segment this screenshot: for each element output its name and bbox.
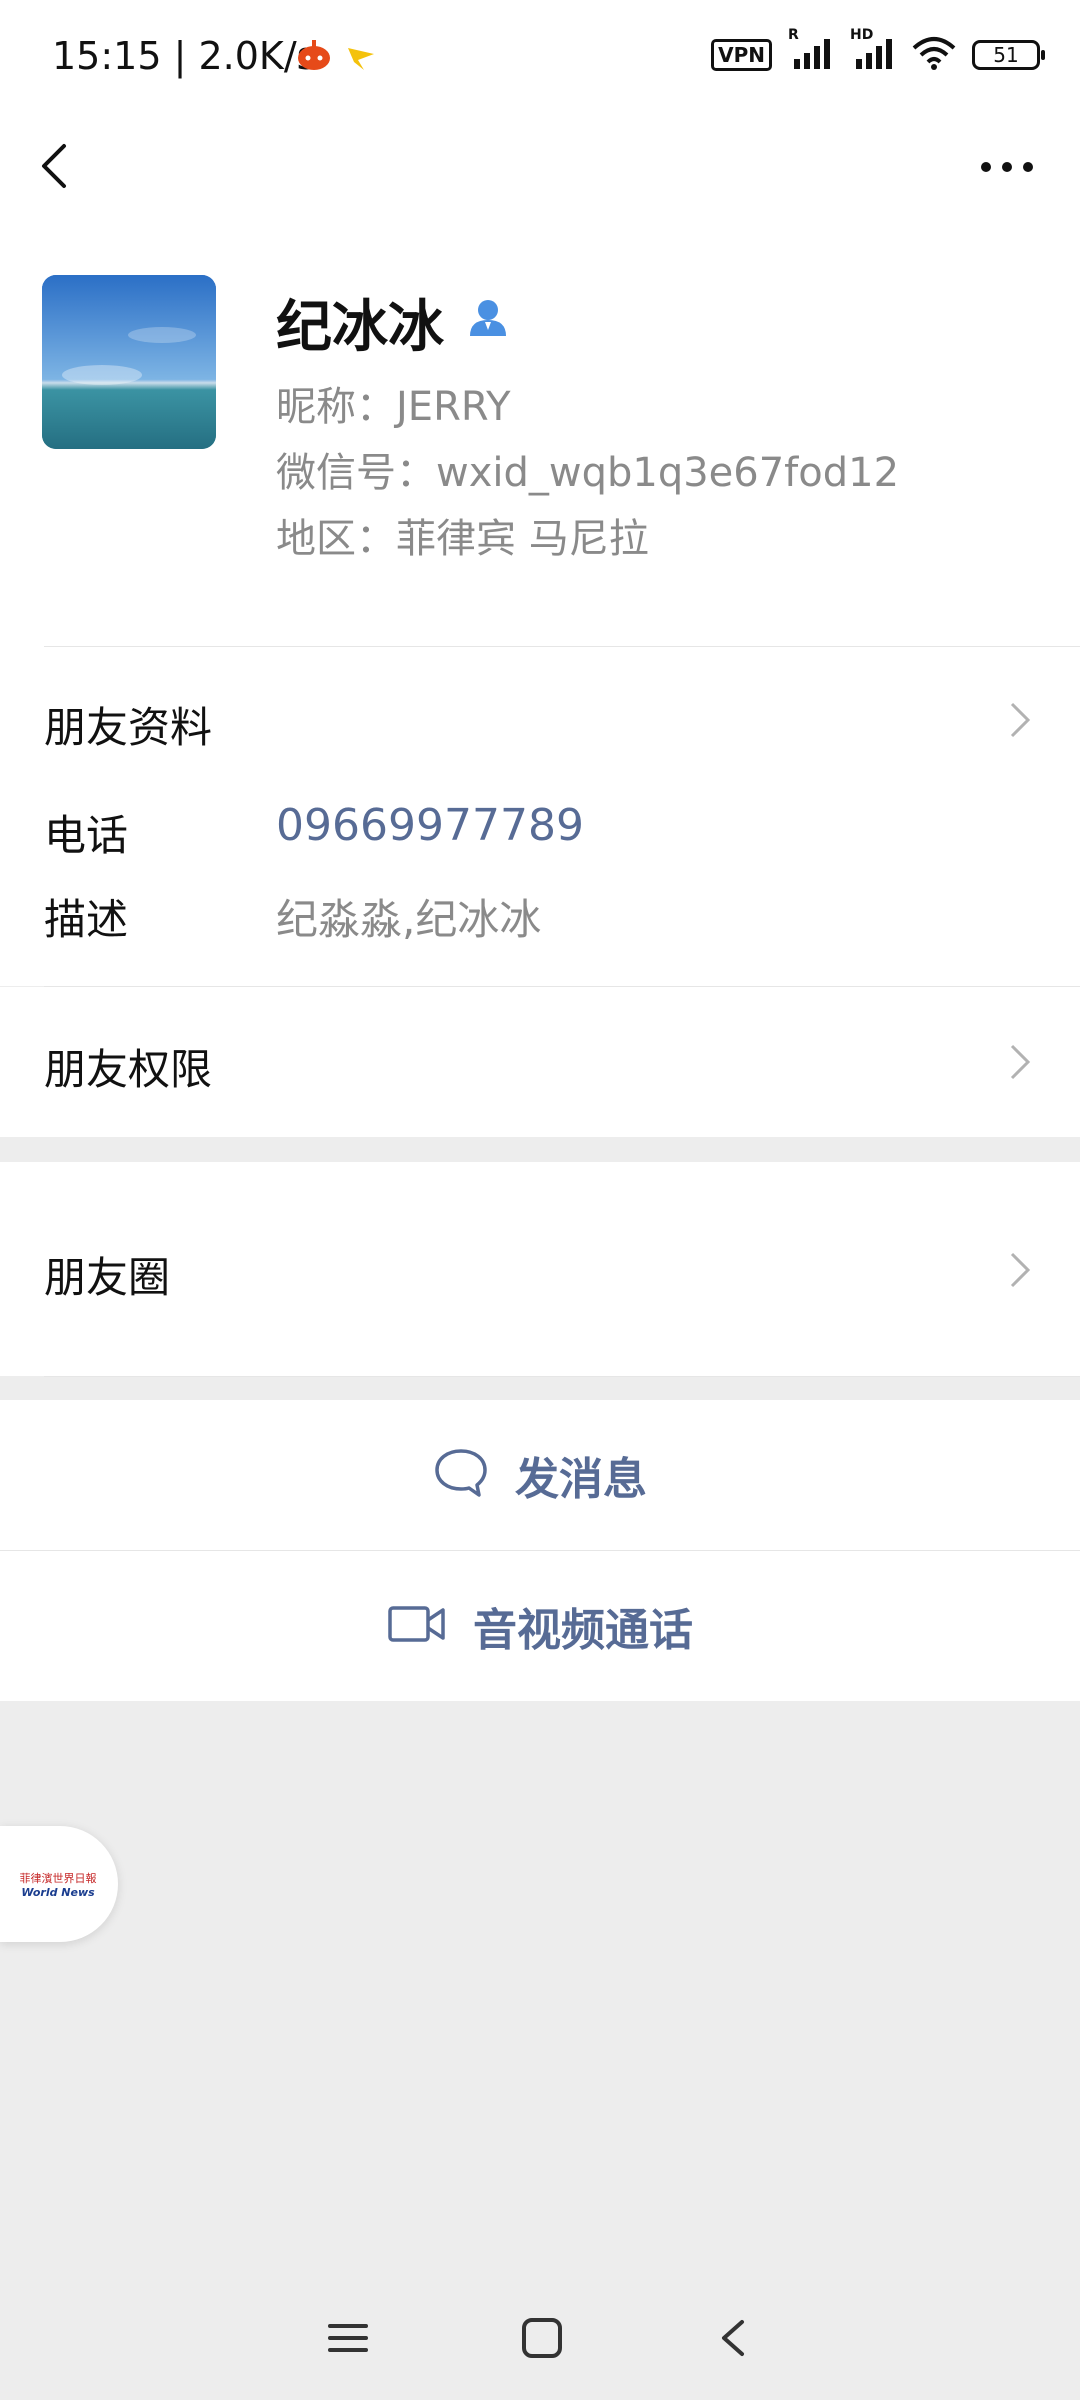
avatar[interactable] xyxy=(42,275,216,449)
video-camera-icon xyxy=(387,1602,447,1650)
vpn-icon: VPN xyxy=(711,39,772,71)
video-call-label: 音视频通话 xyxy=(473,1605,693,1656)
news-logo-english: World News xyxy=(21,1885,95,1899)
signal-icon-2: HD xyxy=(850,27,896,73)
divider xyxy=(44,1376,1080,1377)
description-label: 描述 xyxy=(44,895,129,944)
chat-bubble-icon xyxy=(433,1447,489,1503)
floating-news-badge[interactable]: 菲律濱世界日報 World News xyxy=(0,1826,118,1942)
wifi-icon xyxy=(912,36,956,74)
battery-icon: 51 xyxy=(972,40,1045,70)
back-button[interactable] xyxy=(30,130,90,200)
clock-text: 15:15 xyxy=(52,34,162,78)
description-value: 纪淼淼,纪冰冰 xyxy=(276,895,542,944)
friend-permissions-label: 朋友权限 xyxy=(44,1045,213,1094)
contact-person-icon xyxy=(468,296,508,342)
send-message-button[interactable]: 发消息 xyxy=(0,1400,1080,1550)
status-time: 15:15 | 2.0K/s xyxy=(52,34,316,78)
status-icons: VPN R HD 51 xyxy=(711,27,1045,74)
signal-tag-2: HD xyxy=(850,27,874,43)
send-message-label: 发消息 xyxy=(515,1454,647,1505)
phone-label: 电话 xyxy=(44,811,129,860)
chevron-right-icon xyxy=(1008,700,1032,740)
divider xyxy=(44,646,1080,647)
chevron-right-icon xyxy=(1008,1042,1032,1082)
menu-icon[interactable] xyxy=(326,2318,370,2362)
home-icon[interactable] xyxy=(520,2316,564,2364)
region-text: 地区：菲律宾 马尼拉 xyxy=(276,516,649,562)
video-call-button[interactable]: 音视频通话 xyxy=(0,1551,1080,1701)
news-logo-chinese: 菲律濱世界日報 xyxy=(19,1871,97,1885)
signal-tag-1: R xyxy=(788,27,799,43)
notification-bird-icon xyxy=(344,38,380,76)
phone-number-link[interactable]: 09669977789 xyxy=(276,800,584,851)
system-nav-bar xyxy=(0,2280,1080,2400)
wechat-id-text[interactable]: 微信号：wxid_wqb1q3e67fod12 xyxy=(276,440,899,498)
moments-label: 朋友圈 xyxy=(44,1253,171,1302)
back-nav-icon[interactable] xyxy=(714,2316,754,2364)
news-logo: 菲律濱世界日報 World News xyxy=(14,1840,102,1928)
contact-name: 纪冰冰 xyxy=(276,295,444,360)
nickname-text: 昵称：JERRY xyxy=(276,384,511,430)
friend-info-label: 朋友资料 xyxy=(44,703,213,752)
signal-icon-1: R xyxy=(788,27,834,73)
chevron-right-icon xyxy=(1008,1250,1032,1290)
notification-app-icon xyxy=(296,38,332,76)
separator: | xyxy=(173,34,199,78)
top-nav-bar xyxy=(0,118,1080,268)
more-options-button[interactable] xyxy=(972,140,1042,190)
